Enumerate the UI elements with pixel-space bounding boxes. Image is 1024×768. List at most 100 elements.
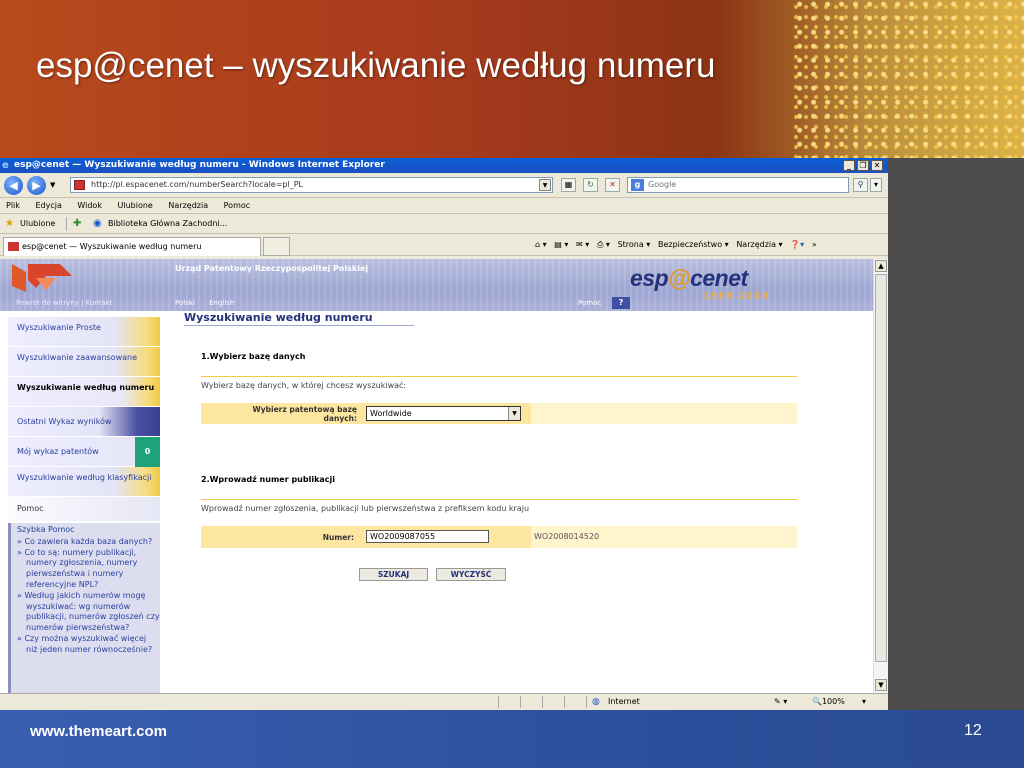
database-selected: Worldwide (370, 409, 412, 418)
quick-help-item[interactable]: » Czy można wyszukiwać więcej niż jeden … (17, 634, 160, 656)
tab-title: esp@cenet — Wyszukiwanie według numeru (22, 242, 202, 251)
sidebar-item-label: Ostatni Wykaz wyników (17, 417, 112, 426)
sidebar-item-klasyfikacji[interactable]: Wyszukiwanie według klasyfikacji (8, 467, 160, 497)
page-title: Wyszukiwanie według numeru (184, 311, 373, 324)
section2-title: 2.Wprowadź numer publikacji (201, 475, 336, 484)
quick-help-text: Co zawiera każda baza danych? (24, 536, 153, 546)
sidebar-item-pomoc[interactable]: Pomoc (8, 497, 160, 521)
search-button[interactable]: SZUKAJ (359, 568, 428, 581)
chevron-down-icon[interactable]: ▼ (508, 407, 520, 420)
language-links: Polski English (175, 299, 246, 307)
window-title: esp@cenet — Wyszukiwanie według numeru -… (14, 160, 385, 170)
brand-name-at: @ (668, 265, 691, 291)
search-box[interactable]: g Google (627, 177, 849, 193)
search-options-icon[interactable]: ▾ (870, 178, 882, 192)
sidebar-item-moj-wykaz[interactable]: Mój wykaz patentów 0 (8, 437, 160, 467)
back-button[interactable]: ◀ (4, 176, 23, 195)
chevron-more-icon[interactable]: » (812, 240, 817, 249)
section2-description: Wprowadź numer zgłoszenia, publikacji lu… (201, 504, 530, 513)
quick-help-title: Szybka Pomoc (17, 525, 75, 534)
menu-plik[interactable]: Plik (6, 201, 20, 210)
menu-bar: Plik Edycja Widok Ulubione Narzędzia Pom… (0, 198, 888, 214)
brand-name-pre: esp (630, 265, 669, 291)
menu-narzedzia-cmd[interactable]: Narzędzia (736, 240, 776, 249)
help-icon[interactable]: ❓▾ (790, 240, 804, 249)
compatibility-icon[interactable]: ▦ (561, 178, 576, 192)
lang-english[interactable]: English (209, 299, 234, 307)
refresh-icon[interactable]: ↻ (583, 178, 598, 192)
section2-rule (201, 499, 797, 500)
tab-espacenet[interactable]: esp@cenet — Wyszukiwanie według numeru (3, 237, 261, 256)
google-icon: g (631, 179, 644, 191)
status-bar: ◍ Internet ✎ ▾ 🔍100% ▾ (0, 693, 888, 710)
favorite-link[interactable]: Biblioteka Główna Zachodni... (108, 214, 227, 234)
favorites-star-icon[interactable]: ★ (5, 214, 14, 234)
search-placeholder: Google (648, 180, 677, 189)
lang-polski[interactable]: Polski (175, 299, 195, 307)
number-label: Numer: (322, 533, 354, 542)
scroll-thumb[interactable] (875, 274, 887, 662)
footer-url: www.themeart.com (30, 723, 167, 740)
menu-pomoc[interactable]: Pomoc (224, 201, 251, 210)
menu-edycja[interactable]: Edycja (35, 201, 61, 210)
quick-help-item[interactable]: » Według jakich numerów mogę wyszukiwać:… (17, 591, 160, 634)
section1-description: Wybierz bazę danych, w której chcesz wys… (201, 381, 407, 390)
sidebar-item-wedlug-numeru[interactable]: Wyszukiwanie według numeru (8, 377, 160, 407)
title-rule (184, 325, 414, 326)
minimize-button[interactable]: _ (843, 160, 855, 171)
menu-narzedzia[interactable]: Narzędzia (168, 201, 208, 210)
scroll-down-icon[interactable]: ▼ (875, 679, 887, 691)
stop-icon[interactable]: ✕ (605, 178, 620, 192)
section1-title: 1.Wybierz bazę danych (201, 352, 306, 361)
menu-widok[interactable]: Widok (77, 201, 102, 210)
site-favicon-icon (74, 180, 85, 190)
home-icon[interactable]: ⌂ ▾ (535, 240, 547, 249)
nav-left-links[interactable]: Powrót do witryny | Kontakt (16, 299, 113, 307)
add-favorite-icon[interactable]: ✚ (73, 214, 81, 234)
address-bar[interactable]: http://pl.espacenet.com/numberSearch?loc… (70, 177, 553, 193)
sidebar-item-zaawansowane[interactable]: Wyszukiwanie zaawansowane (8, 347, 160, 377)
address-dropdown-icon[interactable]: ▼ (539, 179, 551, 191)
print-icon[interactable]: ⎙ ▾ (597, 240, 610, 249)
vertical-scrollbar[interactable]: ▲ ▼ (873, 259, 888, 693)
header-help-link[interactable]: Pomoc (578, 299, 601, 307)
favorites-label[interactable]: Ulubione (20, 214, 55, 234)
espacenet-logo: esp@cenet 1998-2008 (630, 263, 790, 305)
sidebar: Wyszukiwanie Proste Wyszukiwanie zaawans… (8, 317, 160, 521)
number-row: Numer: WO2009087055 (201, 526, 797, 548)
clear-button[interactable]: WYCZYŚĆ (436, 568, 506, 581)
mail-icon[interactable]: ✉ ▾ (576, 240, 589, 249)
menu-ulubione[interactable]: Ulubione (118, 201, 153, 210)
restore-button[interactable]: ❐ (857, 160, 869, 171)
sidebar-item-ostatni-wykaz[interactable]: Ostatni Wykaz wyników (8, 407, 160, 437)
quick-help-item[interactable]: » Co zawiera każda baza danych? (17, 537, 160, 548)
separator (66, 217, 67, 231)
command-bar: ⌂ ▾ ▤ ▾ ✉ ▾ ⎙ ▾ Strona ▾ Bezpieczeństwo … (535, 240, 817, 249)
sidebar-item-label: Mój wykaz patentów (17, 447, 99, 456)
database-select[interactable]: Worldwide ▼ (366, 406, 521, 421)
quick-help-box: Szybka Pomoc » Co zawiera każda baza dan… (8, 523, 160, 693)
question-icon[interactable]: ? (612, 297, 630, 309)
sidebar-item-label: Wyszukiwanie Proste (17, 323, 101, 332)
scroll-up-icon[interactable]: ▲ (875, 260, 887, 272)
menu-bezpieczenstwo[interactable]: Bezpieczeństwo (658, 240, 722, 249)
page-content: Urząd Patentowy Rzeczypospolitej Polskie… (0, 259, 873, 693)
menu-strona[interactable]: Strona (618, 240, 644, 249)
zone-label: Internet (608, 697, 640, 706)
history-dropdown-icon[interactable]: ▼ (50, 181, 55, 189)
new-tab-button[interactable] (263, 237, 290, 256)
zoom-dropdown-icon[interactable]: ▾ (862, 694, 866, 710)
search-go-icon[interactable]: ⚲ (853, 178, 868, 192)
number-input[interactable]: WO2009087055 (366, 530, 489, 543)
close-window-button[interactable]: ✕ (871, 160, 883, 171)
sidebar-item-proste[interactable]: Wyszukiwanie Proste (8, 317, 160, 347)
forward-button[interactable]: ▶ (27, 176, 46, 195)
database-row: Wybierz patentową bazę danych: Worldwide… (201, 403, 797, 424)
quick-help-text: Według jakich numerów mogę wyszukiwać: w… (24, 590, 160, 633)
org-name: Urząd Patentowy Rzeczypospolitej Polskie… (175, 264, 369, 273)
protected-mode-icon[interactable]: ✎ ▾ (774, 694, 787, 710)
zoom-control[interactable]: 🔍100% (812, 694, 845, 710)
page-link-icon: ◉ (93, 218, 102, 229)
feeds-icon[interactable]: ▤ ▾ (554, 240, 568, 249)
quick-help-item[interactable]: » Co to są: numery publikacji, numery zg… (17, 548, 160, 591)
